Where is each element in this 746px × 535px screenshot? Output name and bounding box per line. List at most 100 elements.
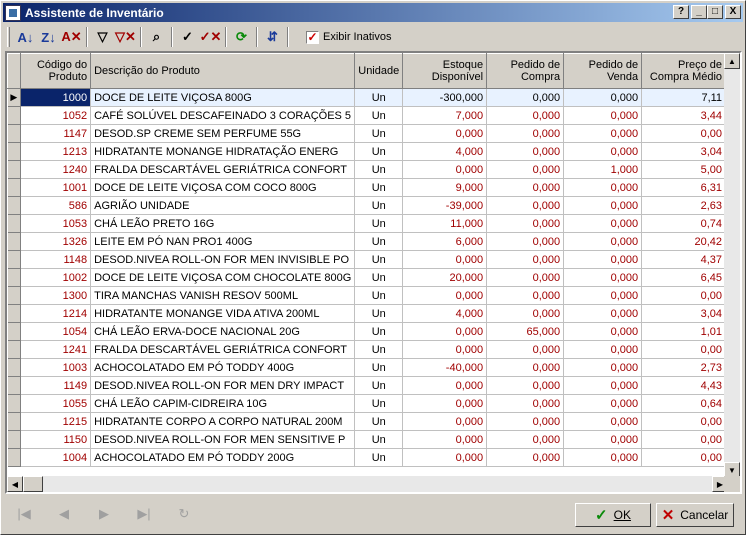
cell-po[interactable]: 0,000 (486, 412, 565, 431)
cell-so[interactable]: 0,000 (563, 340, 643, 359)
cell-desc[interactable]: DOCE DE LEITE VIÇOSA COM COCO 800G (90, 178, 356, 197)
cell-desc[interactable]: CHÁ LEÃO PRETO 16G (90, 214, 356, 233)
table-row[interactable]: 1149 DESOD.NIVEA ROLL-ON FOR MEN DRY IMPA… (7, 376, 740, 395)
cell-price[interactable]: 20,42 (641, 232, 727, 251)
table-row[interactable]: ▶ 1000 DOCE DE LEITE VIÇOSA 800G Un -300,000… (7, 88, 740, 107)
row-indicator[interactable] (7, 214, 22, 233)
cell-unit[interactable]: Un (354, 124, 404, 143)
table-row[interactable]: 1215 HIDRATANTE CORPO A CORPO NATURAL 200… (7, 412, 740, 431)
cell-desc[interactable]: CHÁ LEÃO ERVA-DOCE NACIONAL 20G (90, 322, 356, 341)
row-indicator[interactable] (7, 196, 22, 215)
cell-stock[interactable]: 0,000 (402, 322, 488, 341)
cell-code[interactable]: 1300 (20, 286, 92, 305)
cell-price[interactable]: 4,37 (641, 250, 727, 269)
table-row[interactable]: 586 AGRIÃO UNIDADE Un -39,000 0,000 0,000 2,63 (7, 196, 740, 215)
column-header-code[interactable]: Código do Produto (20, 53, 92, 89)
cell-desc[interactable]: FRALDA DESCARTÁVEL GERIÁTRICA CONFORT (90, 160, 356, 179)
cell-stock[interactable]: 0,000 (402, 160, 488, 179)
row-indicator[interactable] (7, 232, 22, 251)
show-inactive-checkbox[interactable]: ✓ (306, 30, 319, 44)
cell-unit[interactable]: Un (354, 304, 404, 323)
cell-so[interactable]: 0,000 (563, 250, 643, 269)
cell-price[interactable]: 3,04 (641, 142, 727, 161)
cell-stock[interactable]: 0,000 (402, 124, 488, 143)
cell-price[interactable]: 2,73 (641, 358, 727, 377)
cell-unit[interactable]: Un (354, 376, 404, 395)
cell-unit[interactable]: Un (354, 250, 404, 269)
cell-desc[interactable]: DOCE DE LEITE VIÇOSA COM CHOCOLATE 800G (90, 268, 356, 287)
cell-po[interactable]: 0,000 (486, 340, 565, 359)
cell-po[interactable]: 0,000 (486, 250, 565, 269)
cell-desc[interactable]: ACHOCOLATADO EM PÓ TODDY 200G (90, 448, 356, 467)
cell-po[interactable]: 0,000 (486, 286, 565, 305)
cell-unit[interactable]: Un (354, 412, 404, 431)
cell-stock[interactable]: 6,000 (402, 232, 488, 251)
cell-so[interactable]: 0,000 (563, 196, 643, 215)
cell-price[interactable]: 0,00 (641, 124, 727, 143)
cell-code[interactable]: 1213 (20, 142, 92, 161)
cell-so[interactable]: 0,000 (563, 268, 643, 287)
row-indicator[interactable] (7, 142, 22, 161)
vertical-scrollbar[interactable]: ▲ ▼ (724, 53, 740, 478)
cell-unit[interactable]: Un (354, 214, 404, 233)
row-indicator[interactable] (7, 178, 22, 197)
cell-unit[interactable]: Un (354, 340, 404, 359)
cell-stock[interactable]: 4,000 (402, 142, 488, 161)
cell-desc[interactable]: DOCE DE LEITE VIÇOSA 800G (90, 88, 356, 107)
cell-po[interactable]: 0,000 (486, 106, 565, 125)
cell-po[interactable]: 0,000 (486, 358, 565, 377)
table-row[interactable]: 1054 CHÁ LEÃO ERVA-DOCE NACIONAL 20G Un 0,0… (7, 322, 740, 341)
show-inactive-toggle[interactable]: ✓ Exibir Inativos (306, 30, 391, 44)
column-header-desc[interactable]: Descrição do Produto (90, 53, 356, 89)
clear-sort-icon[interactable]: A✕ (60, 26, 83, 48)
table-row[interactable]: 1150 DESOD.NIVEA ROLL-ON FOR MEN SENSITIV… (7, 430, 740, 449)
nav-next-icon[interactable]: ▶ (91, 506, 117, 522)
table-row[interactable]: 1213 HIDRATANTE MONANGE HIDRATAÇÃO ENERG U… (7, 142, 740, 161)
cell-price[interactable]: 1,01 (641, 322, 727, 341)
row-indicator[interactable] (7, 106, 22, 125)
cell-code[interactable]: 1003 (20, 358, 92, 377)
cell-unit[interactable]: Un (354, 88, 404, 107)
cell-stock[interactable]: -39,000 (402, 196, 488, 215)
cell-code[interactable]: 1214 (20, 304, 92, 323)
cell-so[interactable]: 0,000 (563, 88, 643, 107)
cell-code[interactable]: 1054 (20, 322, 92, 341)
cell-stock[interactable]: 0,000 (402, 448, 488, 467)
cell-stock[interactable]: 4,000 (402, 304, 488, 323)
cell-stock[interactable]: -300,000 (402, 88, 488, 107)
cell-code[interactable]: 1052 (20, 106, 92, 125)
cell-price[interactable]: 6,45 (641, 268, 727, 287)
cell-price[interactable]: 0,74 (641, 214, 727, 233)
cell-so[interactable]: 0,000 (563, 124, 643, 143)
cell-desc[interactable]: CHÁ LEÃO CAPIM-CIDREIRA 10G (90, 394, 356, 413)
cell-unit[interactable]: Un (354, 142, 404, 161)
uncheck-icon[interactable]: ✓✕ (199, 26, 222, 48)
cell-so[interactable]: 0,000 (563, 358, 643, 377)
cell-desc[interactable]: TIRA MANCHAS VANISH RESOV 500ML (90, 286, 356, 305)
cell-stock[interactable]: 20,000 (402, 268, 488, 287)
filter-icon[interactable]: ▽ (91, 26, 114, 48)
minimize-button[interactable]: _ (691, 5, 707, 19)
cell-unit[interactable]: Un (354, 358, 404, 377)
cell-price[interactable]: 4,43 (641, 376, 727, 395)
cell-desc[interactable]: HIDRATANTE MONANGE HIDRATAÇÃO ENERG (90, 142, 356, 161)
inventory-grid[interactable]: Código do Produto Descrição do Produto Uni… (5, 51, 742, 494)
cell-price[interactable]: 0,00 (641, 412, 727, 431)
row-indicator[interactable] (7, 322, 22, 341)
cell-stock[interactable]: 0,000 (402, 376, 488, 395)
table-row[interactable]: 1053 CHÁ LEÃO PRETO 16G Un 11,000 0,000 0,000… (7, 214, 740, 233)
cell-po[interactable]: 0,000 (486, 88, 565, 107)
row-indicator[interactable] (7, 448, 22, 467)
cell-stock[interactable]: 0,000 (402, 250, 488, 269)
cell-desc[interactable]: ACHOCOLATADO EM PÓ TODDY 400G (90, 358, 356, 377)
row-indicator[interactable] (7, 124, 22, 143)
column-header-price[interactable]: Preço de Compra Médio (641, 53, 727, 89)
cell-code[interactable]: 1053 (20, 214, 92, 233)
row-indicator[interactable] (7, 286, 22, 305)
table-row[interactable]: 1241 FRALDA DESCARTÁVEL GERIÁTRICA CONFOR… (7, 340, 740, 359)
nav-refresh-icon[interactable]: ↻ (171, 506, 197, 522)
cell-price[interactable]: 0,00 (641, 286, 727, 305)
cell-desc[interactable]: CAFÉ SOLÚVEL DESCAFEINADO 3 CORAÇÕES 5 (90, 106, 356, 125)
cell-desc[interactable]: FRALDA DESCARTÁVEL GERIÁTRICA CONFORT (90, 340, 356, 359)
cell-unit[interactable]: Un (354, 196, 404, 215)
